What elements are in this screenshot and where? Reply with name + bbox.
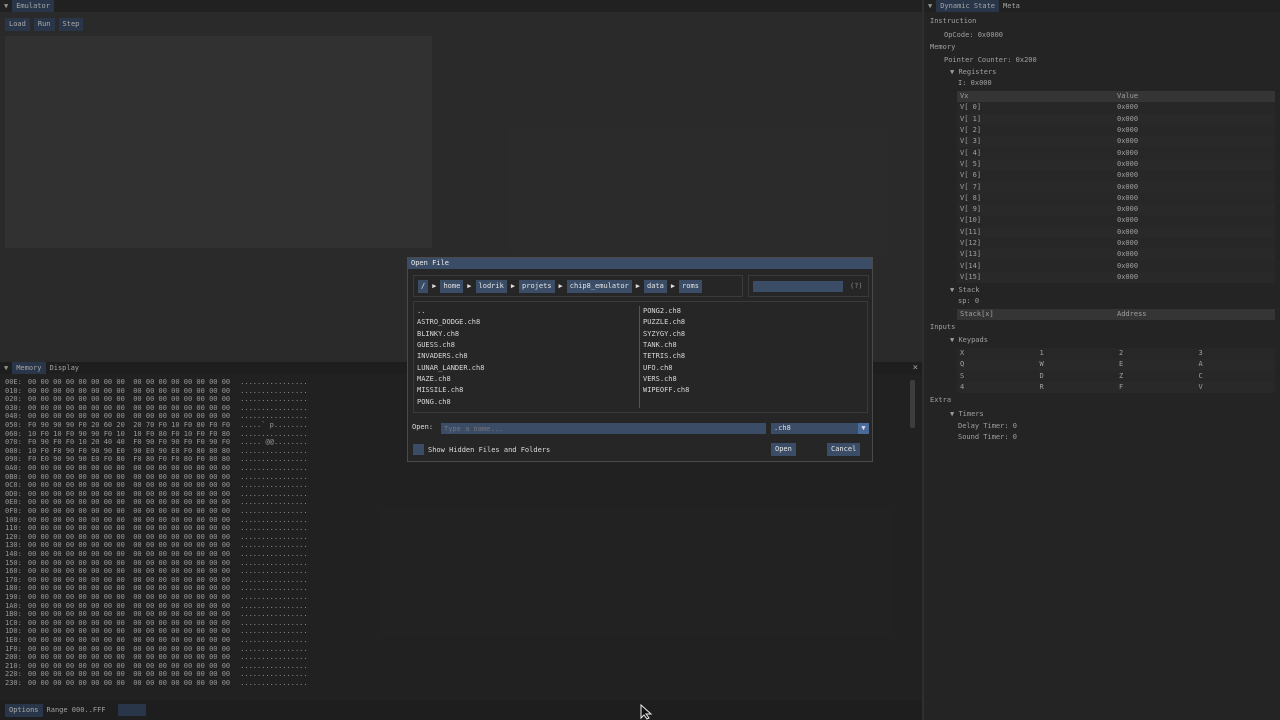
filter-select[interactable]: .ch8 ▼ <box>771 423 869 434</box>
file-column-left: .. ASTRO_DODGE.ch8 BLINKY.ch8 GUESS.ch8 INVA… <box>414 306 636 416</box>
help-icon[interactable]: (?) <box>850 283 863 290</box>
file-name-input[interactable] <box>441 423 766 434</box>
open-file-dialog: Open File / ▶ home ▶ lodrik ▶ projets ▶ … <box>407 257 873 462</box>
file-item[interactable]: PONG.ch8 <box>414 396 636 407</box>
file-item[interactable]: PONG2.ch8 <box>640 306 862 317</box>
file-item[interactable]: GUESS.ch8 <box>414 340 636 351</box>
arrow-right-icon: ▶ <box>670 281 676 290</box>
file-item[interactable]: INVADERS.ch8 <box>414 351 636 362</box>
dialog-title: Open File <box>408 258 872 269</box>
breadcrumb: / ▶ home ▶ lodrik ▶ projets ▶ chip8_emul… <box>413 275 743 297</box>
search-input[interactable] <box>753 281 843 292</box>
search-box: (?) <box>748 275 869 297</box>
file-item[interactable]: TETRIS.ch8 <box>640 351 862 362</box>
show-hidden-checkbox[interactable] <box>413 444 424 455</box>
arrow-right-icon: ▶ <box>635 281 640 290</box>
arrow-right-icon: ▶ <box>432 281 437 290</box>
file-column-right: PONG2.ch8 PUZZLE.ch8 SYZYGY.ch8 TANK.ch8 TET… <box>640 306 862 416</box>
file-item[interactable]: MISSILE.ch8 <box>414 385 636 396</box>
breadcrumb-projets[interactable]: projets <box>519 279 555 293</box>
breadcrumb-chip8[interactable]: chip8_emulator <box>566 279 632 293</box>
breadcrumb-data[interactable]: data <box>644 279 667 293</box>
chevron-down-icon[interactable]: ▼ <box>858 423 869 434</box>
cancel-button[interactable]: Cancel <box>827 443 861 456</box>
arrow-right-icon: ▶ <box>467 281 472 290</box>
breadcrumb-roms[interactable]: roms <box>679 279 702 293</box>
file-item[interactable]: MAZE.ch8 <box>414 374 636 385</box>
show-hidden-label: Show Hidden Files and Folders <box>428 446 551 454</box>
file-item[interactable]: LUNAR_LANDER.ch8 <box>414 362 636 373</box>
file-item[interactable]: VERS.ch8 <box>640 374 862 385</box>
file-item[interactable]: BLINKY.ch8 <box>414 329 636 340</box>
file-item[interactable]: .. <box>414 306 636 317</box>
open-button[interactable]: Open <box>771 443 796 456</box>
file-item[interactable]: SYZYGY.ch8 <box>640 329 862 340</box>
file-item[interactable]: WIPEOFF.ch8 <box>640 385 862 396</box>
breadcrumb-lodrik[interactable]: lodrik <box>475 279 507 293</box>
mouse-cursor-icon <box>640 704 653 720</box>
breadcrumb-home[interactable]: home <box>440 279 464 293</box>
file-item[interactable]: PUZZLE.ch8 <box>640 317 862 328</box>
arrow-right-icon: ▶ <box>510 281 516 290</box>
arrow-right-icon: ▶ <box>558 281 563 290</box>
file-item[interactable]: UFO.ch8 <box>640 362 862 373</box>
open-label: Open: <box>412 423 434 431</box>
breadcrumb-root[interactable]: / <box>418 279 429 293</box>
file-item[interactable]: TANK.ch8 <box>640 340 862 351</box>
filter-value: .ch8 <box>774 424 791 432</box>
file-item[interactable]: ASTRO_DODGE.ch8 <box>414 317 636 328</box>
